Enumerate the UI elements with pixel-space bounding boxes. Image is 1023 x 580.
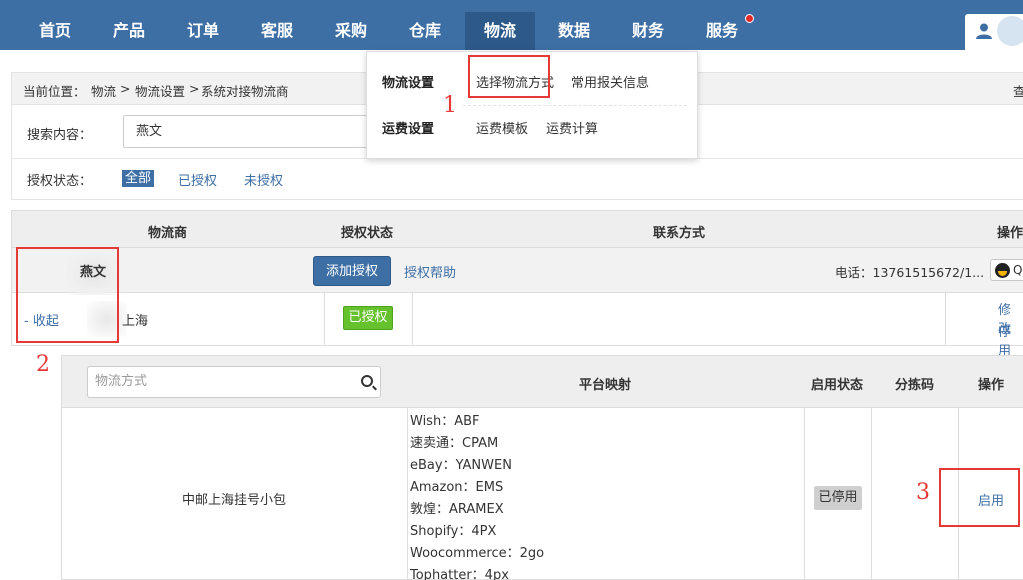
- dropdown-divider: [463, 105, 687, 106]
- shipping-method-table-header: 物流方式 平台映射 启用状态 分拣码 操作: [62, 356, 1023, 408]
- mapping-item: Shopify：4PX: [410, 524, 497, 539]
- status-option-authorized[interactable]: 已授权: [178, 170, 217, 189]
- header-ops: 操作: [997, 226, 1023, 241]
- mapping-item: Amazon：EMS: [410, 480, 504, 495]
- qq-contact-button[interactable]: Q: [990, 259, 1023, 281]
- header-auth-status: 授权状态: [341, 226, 394, 241]
- qq-icon: [995, 263, 1010, 278]
- mapping-item: eBay：YANWEN: [410, 458, 512, 473]
- breadcrumb-separator: >: [120, 81, 131, 96]
- status-option-unauthorized[interactable]: 未授权: [244, 170, 283, 189]
- breadcrumb-item-current: 系统对接物流商: [201, 84, 289, 99]
- mapping-item: Wish：ABF: [410, 414, 480, 429]
- account-city: 上海: [122, 314, 149, 329]
- breadcrumb-separator: >: [189, 81, 200, 96]
- annotation-box-1: [468, 55, 550, 98]
- column-divider: [324, 293, 325, 346]
- breadcrumb-item-logistics-settings[interactable]: 物流设置: [135, 81, 185, 100]
- freight-calculator-link[interactable]: 运费计算: [546, 118, 598, 137]
- carrier-table-header: 物流商 授权状态 联系方式 操作: [11, 210, 1023, 248]
- nav-item-customer-service[interactable]: 客服: [242, 12, 312, 50]
- qq-label: Q: [1013, 263, 1023, 277]
- search-icon[interactable]: [361, 375, 373, 387]
- add-auth-button[interactable]: 添加授权: [313, 256, 391, 286]
- nav-item-orders[interactable]: 订单: [168, 12, 238, 50]
- mapping-item: Woocommerce：2go: [410, 546, 545, 561]
- nav-item-finance[interactable]: 财务: [613, 12, 683, 50]
- shipping-method-row: 中邮上海挂号小包 Wish：ABF 速卖通：CPAM eBay：YANWEN A…: [62, 408, 1023, 580]
- mapping-item: 敦煌：ARAMEX: [410, 502, 504, 517]
- breadcrumb-item-logistics[interactable]: 物流: [91, 81, 116, 100]
- nav-item-warehouse[interactable]: 仓库: [390, 12, 460, 50]
- header-enable-status: 启用状态: [811, 378, 864, 393]
- shipping-method-search-placeholder: 物流方式: [95, 374, 148, 389]
- shipping-method-search-input[interactable]: 物流方式: [87, 366, 381, 398]
- auth-status-label: 授权状态：: [27, 174, 93, 189]
- annotation-number-3: 3: [916, 480, 930, 505]
- top-navbar: 首页 产品 订单 客服 采购 仓库 物流 数据 财务 服务: [0, 0, 1023, 50]
- search-input[interactable]: 燕文: [123, 115, 383, 148]
- header-platform-mapping: 平台映射: [579, 378, 632, 393]
- header-carrier: 物流商: [148, 226, 188, 241]
- freight-template-link[interactable]: 运费模板: [476, 118, 528, 137]
- nav-item-products[interactable]: 产品: [94, 12, 164, 50]
- column-divider: [407, 408, 408, 580]
- customs-info-link[interactable]: 常用报关信息: [571, 72, 649, 91]
- breadcrumb-right-link[interactable]: 查: [1013, 81, 1023, 100]
- disable-link[interactable]: 停用: [998, 321, 1023, 359]
- nav-item-home[interactable]: 首页: [20, 12, 90, 50]
- nav-item-data[interactable]: 数据: [539, 12, 609, 50]
- header-sub-ops: 操作: [978, 378, 1005, 393]
- column-divider: [871, 408, 872, 580]
- annotation-box-3: [939, 468, 1020, 527]
- search-label: 搜索内容：: [27, 128, 93, 143]
- breadcrumb-prefix: 当前位置：: [23, 84, 86, 99]
- dropdown-group-logistics-settings: 物流设置: [382, 76, 435, 91]
- column-divider: [804, 408, 805, 580]
- nav-item-logistics[interactable]: 物流: [465, 12, 535, 50]
- status-option-all[interactable]: 全部: [122, 170, 155, 187]
- mapping-item: Tophatter：4px: [410, 568, 509, 580]
- dropdown-group-freight-settings: 运费设置: [382, 122, 435, 137]
- header-sort-code: 分拣码: [895, 378, 935, 393]
- authorized-badge: 已授权: [343, 306, 393, 330]
- notification-dot: [745, 14, 754, 23]
- shipping-method-name: 中邮上海挂号小包: [182, 493, 287, 508]
- user-icon: [976, 23, 992, 39]
- column-divider: [412, 293, 413, 346]
- header-contact: 联系方式: [653, 226, 706, 241]
- mapping-item: 速卖通：CPAM: [410, 436, 499, 451]
- shipping-method-table: 物流方式 平台映射 启用状态 分拣码 操作 中邮上海挂号小包 Wish：ABF …: [61, 355, 1023, 580]
- carrier-row: 燕文 添加授权 授权帮助 电话：13761515672/1... Q: [11, 248, 1023, 295]
- user-menu[interactable]: [965, 14, 1023, 50]
- contact-phone: 电话：13761515672/1...: [835, 265, 985, 280]
- annotation-number-2: 2: [36, 352, 50, 377]
- annotation-number-1: 1: [443, 93, 457, 118]
- auth-help-link[interactable]: 授权帮助: [404, 262, 456, 281]
- carrier-detail-row: - 收起 上海 已授权 修改 停用: [11, 293, 1023, 359]
- avatar[interactable]: [997, 16, 1023, 46]
- column-divider: [945, 293, 946, 346]
- disabled-badge: 已停用: [814, 486, 862, 510]
- annotation-box-2: [16, 247, 119, 343]
- platform-mapping-list: Wish：ABF 速卖通：CPAM eBay：YANWEN Amazon：EMS…: [410, 411, 544, 580]
- nav-item-purchasing[interactable]: 采购: [316, 12, 386, 50]
